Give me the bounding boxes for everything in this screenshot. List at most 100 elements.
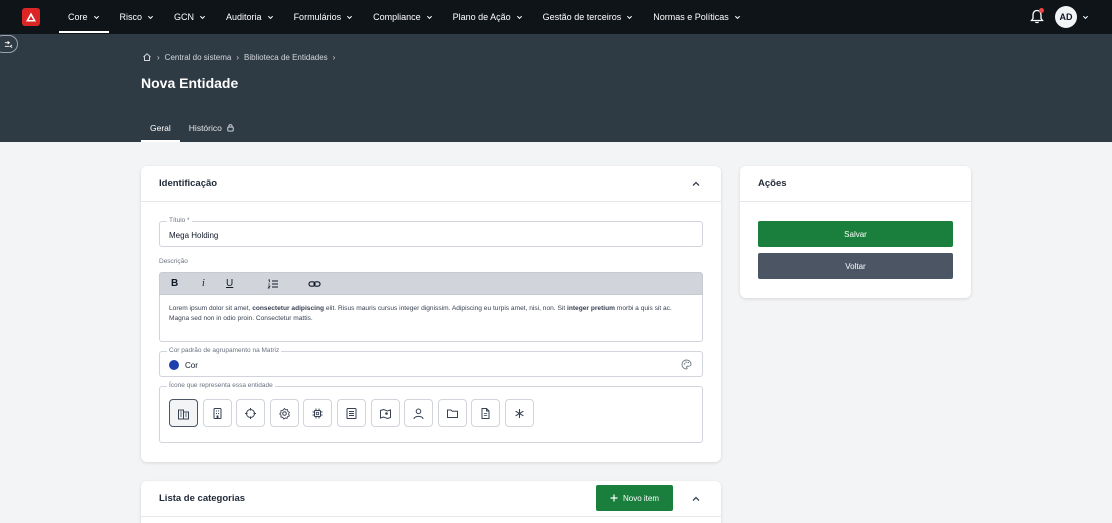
categorias-card: Lista de categorias Novo item (141, 481, 721, 523)
bold-text: consectetur adipiscing (252, 305, 325, 312)
descricao-label: Descrição (159, 258, 188, 265)
nav-item-label: GCN (174, 12, 195, 22)
nav-item-label: Core (68, 12, 88, 22)
nav-item-label: Compliance (373, 12, 421, 22)
nav-item-compliance[interactable]: Compliance (363, 0, 443, 34)
breadcrumb-item[interactable]: Central do sistema (165, 53, 232, 62)
building-icon (213, 407, 222, 419)
link-icon[interactable] (308, 278, 321, 290)
logo-icon (26, 12, 36, 22)
chevron-down-icon (93, 15, 99, 19)
file-icon (481, 407, 490, 419)
color-swatch[interactable] (169, 360, 179, 370)
icon-option[interactable] (437, 399, 467, 427)
titulo-value: Mega Holding (169, 231, 219, 240)
icon-option[interactable] (505, 399, 534, 427)
app-logo[interactable] (22, 8, 40, 26)
icon-option[interactable] (303, 399, 333, 427)
nav-item-risco[interactable]: Risco (110, 0, 165, 34)
lock-icon (227, 124, 234, 132)
bold-text: integer pretium (567, 305, 615, 312)
card-header: Ações (740, 166, 971, 202)
rich-text-toolbar: B i U (159, 272, 703, 295)
icon-option[interactable] (202, 399, 232, 427)
chevron-down-icon (199, 15, 206, 19)
plus-icon (610, 494, 618, 502)
tab-label: Histórico (188, 122, 222, 133)
icon-option[interactable] (404, 399, 434, 427)
nav-item-label: Formulários (293, 12, 342, 22)
save-button-label: Salvar (844, 229, 867, 239)
descricao-editor[interactable]: Lorem ipsum dolor sit amet, consectetur … (159, 295, 703, 342)
nav-item-normas-e-pol-ticas[interactable]: Normas e Políticas (643, 0, 751, 34)
nav-item-plano-de-a-o[interactable]: Plano de Ação (443, 0, 533, 34)
italic-button[interactable]: i (202, 278, 205, 289)
icon-option[interactable] (337, 399, 366, 427)
top-navigation: Core Risco GCN Auditoria Formulários Complian… (0, 0, 1112, 34)
icone-field: Ícone que representa essa entidade (159, 382, 703, 443)
breadcrumb-separator: › (236, 52, 240, 62)
gear-icon (278, 407, 290, 420)
underline-button[interactable]: U (226, 278, 233, 289)
page-tabs: Geral Histórico (141, 113, 244, 142)
breadcrumb-separator: › (332, 52, 336, 62)
chevron-down-icon (734, 15, 740, 19)
text-run: elit. Risus mauris cursus integer dignis… (324, 305, 567, 312)
nav-item-auditoria[interactable]: Auditoria (216, 0, 284, 34)
tab-geral[interactable]: Geral (141, 113, 180, 142)
chevron-down-icon[interactable] (1082, 14, 1089, 21)
text-run: Lorem ipsum dolor sit amet, (169, 305, 253, 312)
nav-item-formul-rios[interactable]: Formulários (284, 0, 364, 34)
breadcrumb-item[interactable]: Biblioteca de Entidades (244, 53, 328, 62)
cor-value: Cor (185, 361, 198, 370)
nav-item-core[interactable]: Core (58, 0, 110, 34)
user-avatar[interactable]: AD (1055, 6, 1077, 28)
main-menu: Core Risco GCN Auditoria Formulários Complian… (58, 0, 751, 34)
chevron-down-icon (267, 15, 273, 19)
icon-option[interactable] (471, 399, 501, 427)
chevron-down-icon (426, 15, 432, 19)
chevron-up-icon[interactable] (691, 179, 701, 189)
icon-option[interactable] (370, 399, 400, 427)
cor-label: Cor padrão de agrupamento na Matriz (167, 347, 282, 354)
palette-icon[interactable] (681, 359, 692, 370)
bold-button[interactable]: B (171, 278, 178, 289)
chevron-down-icon (516, 15, 522, 19)
cor-field[interactable]: Cor padrão de agrupamento na Matriz Cor (159, 347, 703, 377)
icon-option[interactable] (269, 399, 299, 427)
chevron-down-icon (147, 15, 154, 19)
ordered-list-icon[interactable] (267, 278, 279, 290)
icon-option[interactable] (169, 399, 198, 427)
new-item-label: Novo item (622, 493, 659, 503)
sidebar-toggle[interactable] (0, 35, 18, 53)
breadcrumb: › Central do sistema › Biblioteca de Ent… (142, 52, 340, 62)
nav-item-label: Risco (119, 12, 143, 22)
user-icon (413, 408, 424, 419)
crosshair-icon (245, 407, 257, 419)
folder-icon (446, 409, 458, 418)
tab-historico[interactable]: Histórico (180, 113, 244, 142)
save-button[interactable]: Salvar (758, 221, 953, 247)
nav-item-gest-o-de-terceiros[interactable]: Gestão de terceiros (533, 0, 644, 34)
titulo-label: Título * (167, 217, 192, 224)
new-item-button[interactable]: Novo item (596, 485, 673, 511)
nav-item-gcn[interactable]: GCN (164, 0, 216, 34)
notification-badge (1039, 8, 1044, 13)
acoes-card: Ações Salvar Voltar (740, 166, 971, 298)
titulo-field[interactable]: Título * Mega Holding (159, 217, 703, 247)
card-header: Identificação (141, 166, 721, 202)
chevron-up-icon[interactable] (691, 494, 701, 504)
chevron-down-icon (347, 15, 353, 19)
nav-item-label: Normas e Políticas (653, 12, 729, 22)
nav-item-label: Auditoria (226, 12, 262, 22)
back-button[interactable]: Voltar (758, 253, 953, 279)
card-title: Identificação (159, 178, 218, 189)
nav-item-label: Plano de Ação (452, 12, 511, 22)
home-icon[interactable] (142, 52, 152, 62)
breadcrumb-separator: › (157, 52, 160, 62)
page-title: Nova Entidade (141, 75, 239, 91)
asterisk-icon (515, 408, 524, 418)
back-button-label: Voltar (845, 261, 866, 271)
nav-item-label: Gestão de terceiros (542, 12, 622, 22)
icon-option[interactable] (236, 399, 266, 427)
